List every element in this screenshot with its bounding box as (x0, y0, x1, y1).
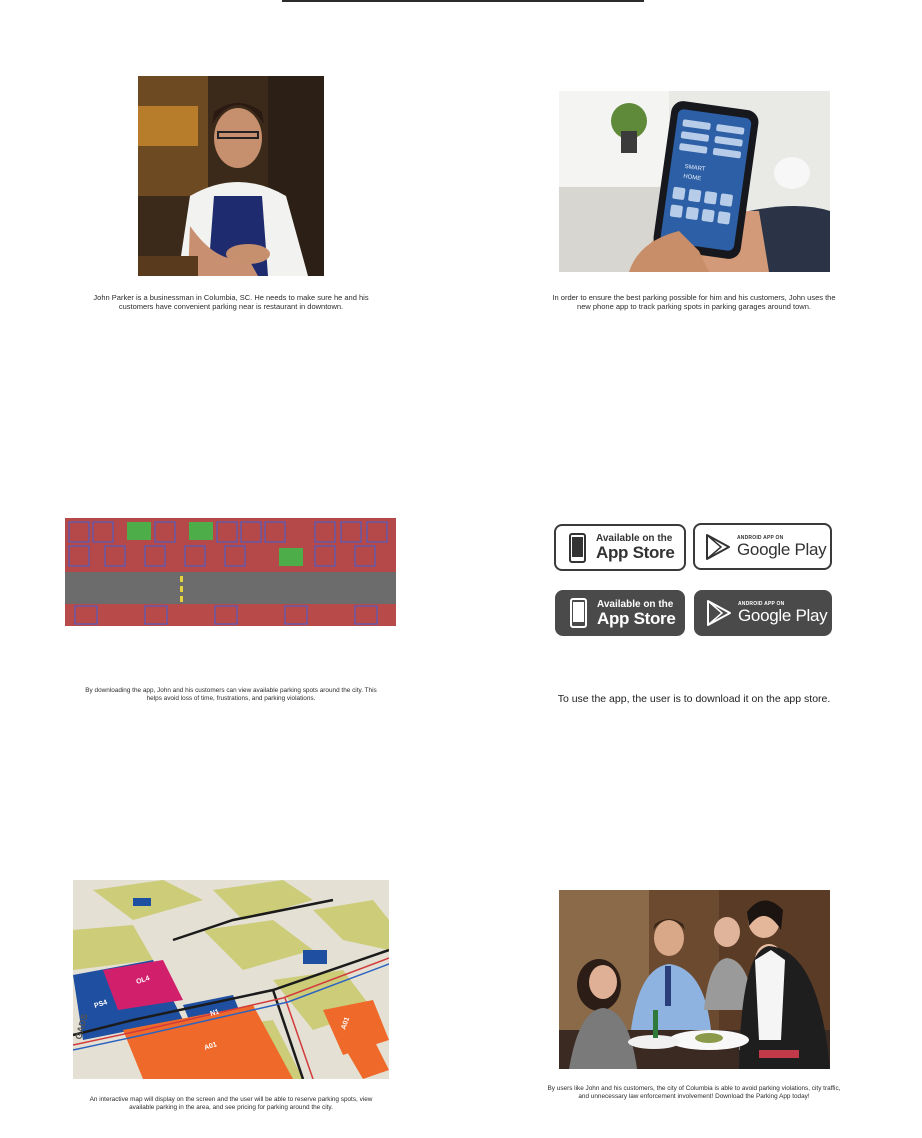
google-play-line2: Google Play (738, 606, 828, 625)
play-icon (706, 533, 730, 560)
caption-6: By users like John and his customers, th… (547, 1085, 841, 1100)
caption-1: John Parker is a businessman in Columbia… (93, 293, 369, 312)
phone-illustration: SMART HOME (559, 91, 830, 272)
top-divider (282, 0, 644, 2)
caption-3: By downloading the app, John and his cus… (85, 687, 377, 702)
smartphone-icon (570, 598, 587, 628)
caption-2: In order to ensure the best parking poss… (552, 293, 836, 312)
businessman-illustration (138, 76, 324, 276)
parking-lot-illustration (65, 518, 396, 626)
app-store-button-outline[interactable]: Available on the App Store (554, 524, 686, 571)
play-icon (707, 600, 731, 626)
app-store-button-filled[interactable]: Available on the App Store (555, 590, 685, 636)
google-play-button-outline[interactable]: ANDROID APP ON Google Play (693, 523, 832, 570)
phone-photo: SMART HOME (559, 91, 830, 272)
google-play-line2: Google Play (737, 539, 827, 559)
interactive-map-photo: PS4 OL4 A01 N1 A01 GADS (73, 880, 389, 1079)
restaurant-customers-photo (559, 890, 830, 1069)
map-illustration: PS4 OL4 A01 N1 A01 GADS (73, 880, 389, 1079)
businessman-photo (138, 76, 324, 276)
restaurant-illustration (559, 890, 830, 1069)
app-store-line1: Available on the (597, 598, 674, 610)
smartphone-icon (569, 532, 586, 563)
app-store-line2: App Store (597, 608, 676, 628)
app-store-line2: App Store (596, 543, 675, 562)
caption-5: An interactive map will display on the s… (89, 1096, 373, 1111)
caption-4: To use the app, the user is to download … (557, 693, 831, 705)
parking-lot-photo (65, 518, 396, 626)
google-play-button-filled[interactable]: ANDROID APP ON Google Play (694, 590, 832, 636)
